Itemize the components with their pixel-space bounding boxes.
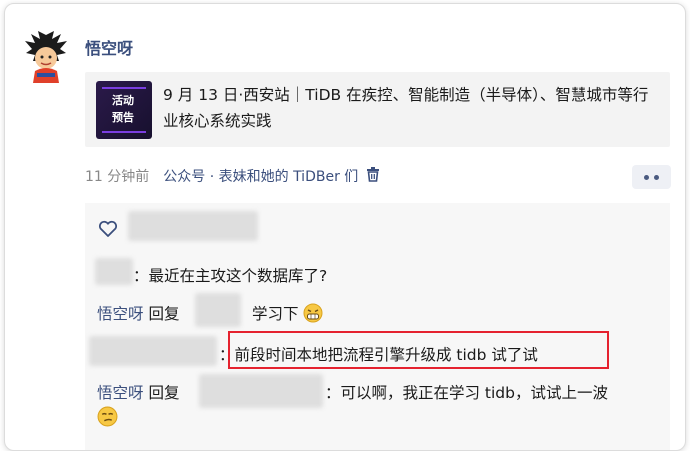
avatar[interactable] <box>23 31 69 83</box>
shared-article-card[interactable]: 活动 预告 9 月 13 日·西安站｜TiDB 在疾控、智能制造（半导体）、智慧… <box>85 72 670 147</box>
comment-author[interactable]: 悟空呀 <box>97 305 144 323</box>
comment-text: ：最近在主攻这个数据库了? <box>133 267 328 285</box>
grin-emoji-icon <box>303 303 323 327</box>
post-meta: 11 分钟前 公众号 · 表妹和她的 TiDBer 们 <box>85 166 380 186</box>
article-title: 9 月 13 日·西安站｜TiDB 在疾控、智能制造（半导体）、智慧城市等行业核… <box>163 86 649 130</box>
more-dot-icon <box>654 174 659 180</box>
blurred-username <box>89 336 217 366</box>
article-thumbnail: 活动 预告 <box>96 81 152 139</box>
post-author[interactable]: 悟空呀 <box>85 35 133 59</box>
moment-post: 悟空呀 活动 预告 9 月 13 日·西安站｜TiDB 在疾控、智能制造（半导体… <box>4 3 686 451</box>
post-source-link[interactable]: 公众号 · 表妹和她的 TiDBer 们 <box>163 166 358 186</box>
delete-icon[interactable] <box>366 166 380 186</box>
blurred-likes <box>128 211 258 241</box>
more-dot-icon <box>644 174 649 180</box>
reply-label: 回复 <box>148 305 180 323</box>
highlight-box <box>228 331 609 369</box>
heart-icon <box>98 220 118 242</box>
post-time: 11 分钟前 <box>85 169 150 185</box>
reply-label: 回复 <box>148 384 180 402</box>
comment-item[interactable]: 悟空呀 回复 <box>97 381 179 403</box>
comment-text: ：可以啊，我正在学习 tidb，试试上一波 <box>325 384 608 402</box>
more-actions-button[interactable] <box>632 165 671 189</box>
comments-section <box>85 203 670 450</box>
comment-item[interactable]: 悟空呀 回复 <box>97 302 179 324</box>
thumbnail-text: 活动 预告 <box>112 94 134 124</box>
blurred-username <box>195 293 241 327</box>
comment-text-row: 学习下 <box>252 302 323 327</box>
blurred-username <box>199 374 323 408</box>
comment-text: 学习下 <box>252 305 299 323</box>
blurred-username <box>95 258 133 285</box>
comment-author[interactable]: 悟空呀 <box>97 384 144 402</box>
smirk-emoji-icon <box>97 406 118 431</box>
